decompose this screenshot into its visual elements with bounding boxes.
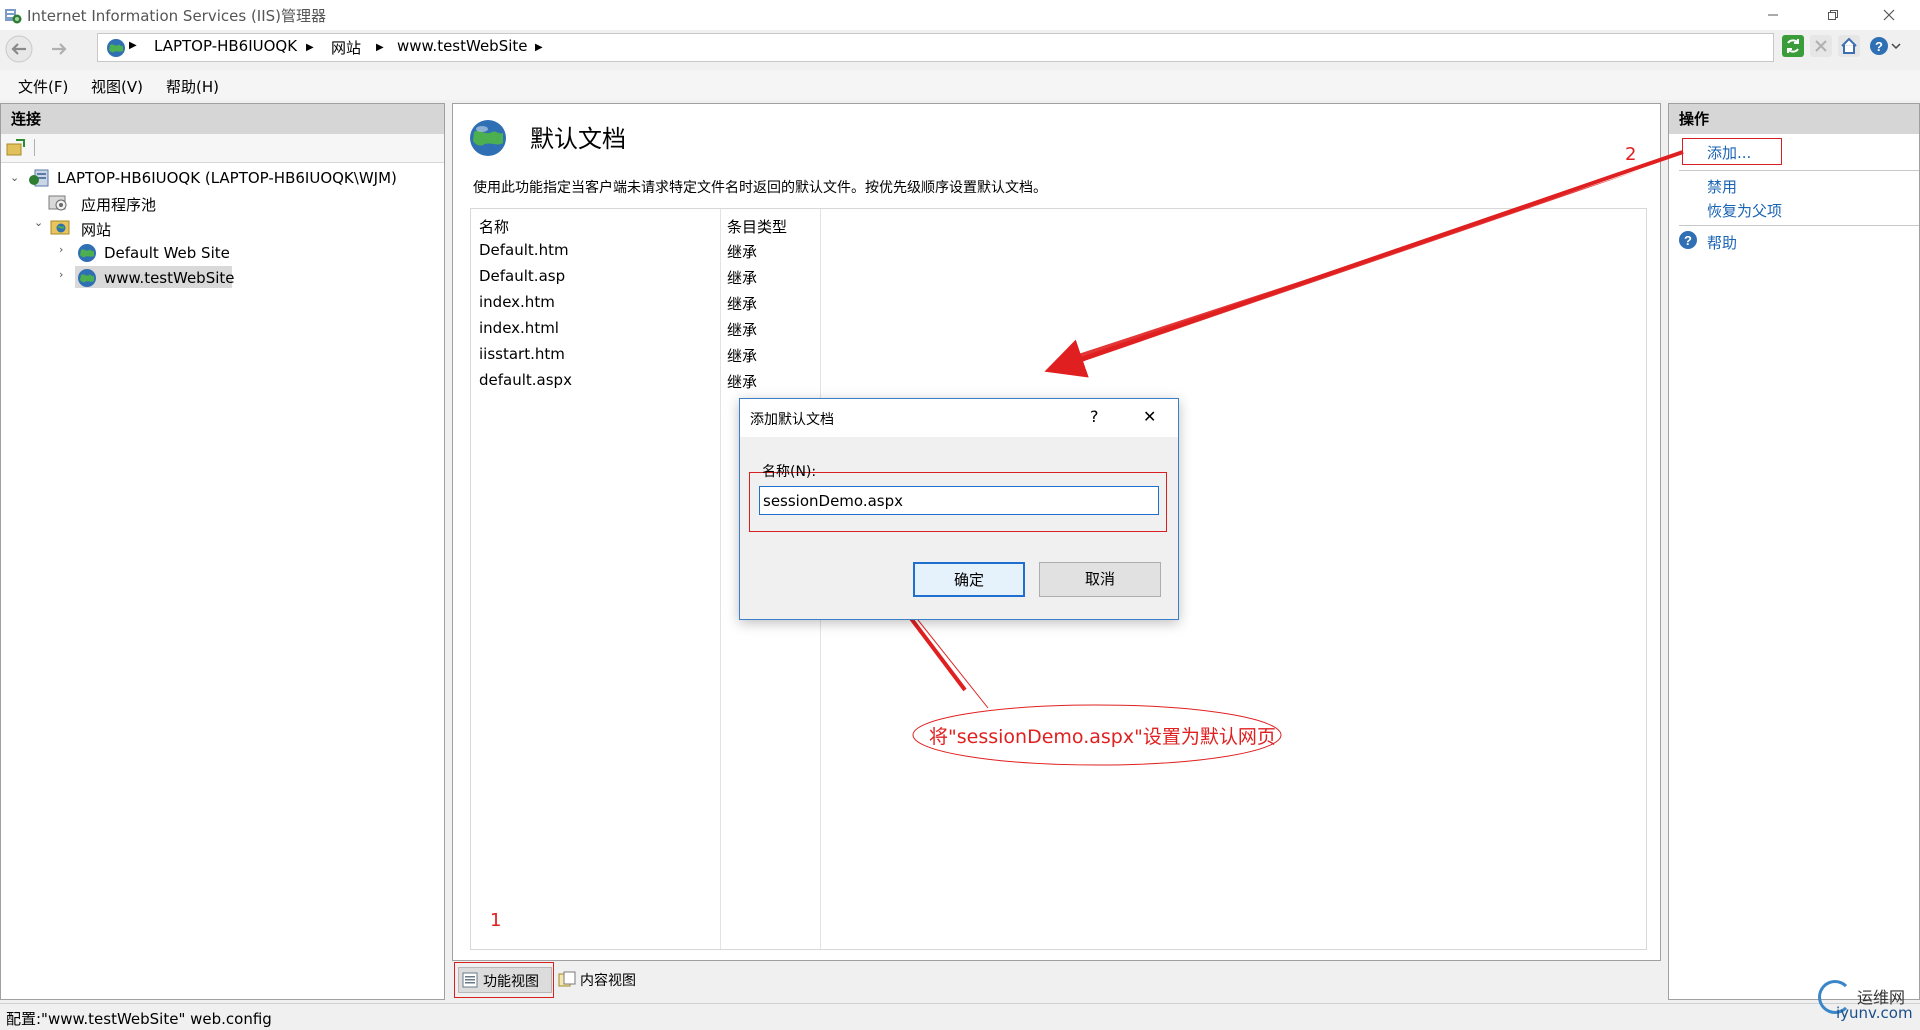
annotation-arrow bbox=[1058, 170, 1640, 370]
cancel-button[interactable]: 取消 bbox=[1039, 562, 1161, 597]
callout-text: 将"sessionDemo.aspx"设置为默认网页 bbox=[929, 726, 1276, 748]
dialog-help-button[interactable]: ? bbox=[1090, 407, 1099, 426]
name-input[interactable] bbox=[759, 486, 1159, 515]
dialog-title: 添加默认文档 bbox=[750, 412, 834, 428]
watermark-line2: iyunv.com bbox=[1836, 1004, 1913, 1022]
add-default-document-dialog: 添加默认文档 ? ✕ 名称(N): 确定 取消 bbox=[739, 398, 1179, 620]
annotation-number-1: 1 bbox=[490, 910, 502, 931]
dialog-titlebar: 添加默认文档 ? ✕ bbox=[740, 399, 1178, 437]
name-label: 名称(N): bbox=[762, 464, 817, 480]
dialog-close-button[interactable]: ✕ bbox=[1143, 407, 1156, 426]
annotation-arrow bbox=[1044, 150, 1684, 378]
ok-button[interactable]: 确定 bbox=[913, 562, 1025, 597]
annotation-number-2: 2 bbox=[1625, 144, 1637, 165]
